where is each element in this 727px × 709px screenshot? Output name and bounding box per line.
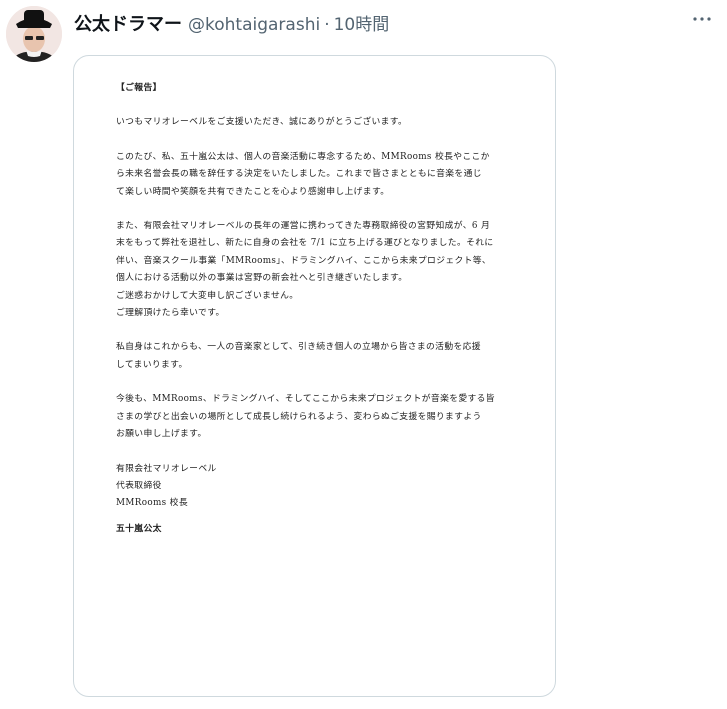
- paragraph-3-line: ご理解頂けたら幸いです。: [116, 308, 225, 319]
- paragraph-2-line: て楽しい時間や笑顔を共有できたことを心より感謝申し上げます。: [116, 186, 390, 197]
- paragraph-3-line: 個人における活動以外の事業は宮野の新会社へと引き継ぎいたします。: [116, 273, 408, 284]
- paragraph-3-line: 末をもって弊社を退社し、新たに自身の会社を 7/1 に立ち上げる運びとなりました…: [116, 238, 494, 249]
- signature-line: 有限会社マリオレーベル: [116, 463, 217, 474]
- display-name[interactable]: 公太ドラマー: [74, 10, 182, 36]
- more-icon[interactable]: [687, 8, 717, 30]
- announcement-document: 【ご報告】 いつもマリオレーベルをご支援いただき、誠にありがとうございます。 こ…: [116, 76, 531, 538]
- paragraph-3-line: ご迷惑おかけして大変申し訳ございません。: [116, 290, 299, 301]
- post-header: 公太ドラマー @kohtaigarashi · 10時間: [74, 10, 687, 36]
- post-timestamp[interactable]: 10時間: [334, 10, 390, 35]
- attached-image[interactable]: 【ご報告】 いつもマリオレーベルをご支援いただき、誠にありがとうございます。 こ…: [73, 55, 556, 697]
- more-horizontal-icon: [693, 17, 711, 21]
- signature-line: MMRooms 校長: [116, 498, 188, 509]
- separator-dot: ·: [324, 15, 330, 35]
- paragraph-5-line: お願い申し上げます。: [116, 429, 207, 440]
- paragraph-4-line: してまいります。: [116, 359, 188, 370]
- paragraph-5-line: さまの学びと出会いの場所として成長し続けられるよう、変わらぬご支援を賜りますよう: [116, 411, 482, 422]
- paragraph-3-line: 伴い、音楽スクール事業「MMRooms」、ドラミングハイ、ここから未来プロジェク…: [116, 255, 492, 266]
- paragraph-4-line: 私自身はこれからも、一人の音楽家として、引き続き個人の立場から皆さまの活動を応援: [116, 342, 481, 353]
- signature-line: 代表取締役: [116, 480, 162, 491]
- paragraph-5-line: 今後も、MMRooms、ドラミングハイ、そしてここから未来プロジェクトが音楽を愛…: [116, 394, 495, 405]
- signer-name: 五十嵐公太: [116, 523, 162, 534]
- user-handle[interactable]: @kohtaigarashi: [188, 15, 320, 35]
- paragraph-3-line: また、有限会社マリオレーベルの長年の運営に携わってきた専務取締役の宮野知成が、6…: [116, 221, 491, 232]
- paragraph-2-line: ら未来名誉会長の職を辞任する決定をいたしました。これまで皆さまとともに音楽を通じ: [116, 169, 482, 180]
- document-heading: 【ご報告】: [116, 83, 162, 93]
- profile-photo: [6, 6, 62, 62]
- avatar[interactable]: [6, 6, 62, 62]
- paragraph-1-line: いつもマリオレーベルをご支援いただき、誠にありがとうございます。: [116, 117, 408, 128]
- paragraph-2-line: このたび、私、五十嵐公太は、個人の音楽活動に専念するため、MMRooms 校長や…: [116, 151, 490, 162]
